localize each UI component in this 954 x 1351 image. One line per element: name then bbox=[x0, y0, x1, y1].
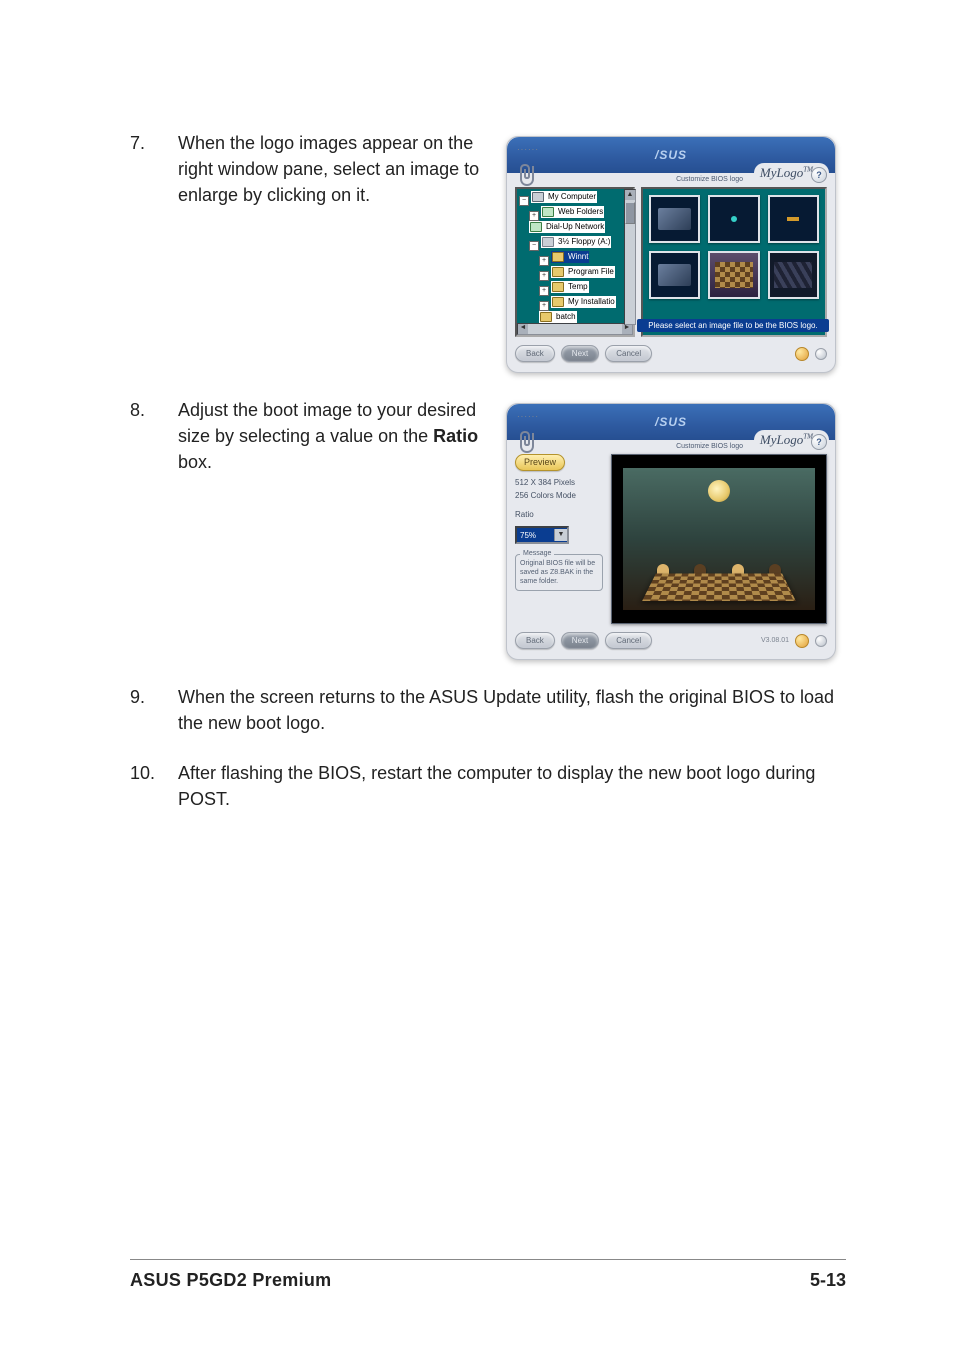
help-button[interactable]: ? bbox=[811, 434, 827, 450]
ratio-value: 75% bbox=[517, 530, 554, 541]
status-indicator-icon bbox=[795, 347, 809, 361]
tree-node[interactable]: My Installatio bbox=[551, 296, 616, 308]
folder-icon bbox=[540, 312, 552, 322]
tree-expander-icon[interactable]: − bbox=[519, 196, 529, 206]
logo-thumbnail[interactable] bbox=[649, 195, 700, 243]
tree-expander-icon[interactable]: + bbox=[539, 271, 549, 281]
step-number: 7. bbox=[130, 130, 178, 156]
network-icon bbox=[530, 222, 542, 232]
tree-expander-icon[interactable]: + bbox=[539, 286, 549, 296]
folder-tree[interactable]: −My Computer +Web Folders Dial-Up Networ… bbox=[515, 187, 635, 337]
chessboard-icon bbox=[642, 574, 796, 602]
step-text: When the logo images appear on the right… bbox=[178, 130, 506, 208]
version-label: V3.08.01 bbox=[761, 637, 789, 644]
cancel-button[interactable]: Cancel bbox=[605, 345, 652, 362]
side-panel: Preview 512 X 384 Pixels 256 Colors Mode… bbox=[515, 454, 603, 624]
logo-thumbnail[interactable] bbox=[649, 251, 700, 299]
cancel-button[interactable]: Cancel bbox=[605, 632, 652, 649]
asus-logo: /SUS bbox=[655, 415, 687, 429]
next-button[interactable]: Next bbox=[561, 632, 599, 649]
title-dots: ······ bbox=[517, 412, 539, 421]
preview-image bbox=[623, 468, 816, 609]
step-text: After flashing the BIOS, restart the com… bbox=[178, 760, 846, 812]
pixel-size-label: 512 X 384 Pixels bbox=[515, 477, 603, 488]
tree-node[interactable]: batch bbox=[539, 311, 577, 323]
folder-icon bbox=[552, 297, 564, 307]
message-box: Message Original BIOS file will be saved… bbox=[515, 554, 603, 591]
step-text: When the screen returns to the ASUS Upda… bbox=[178, 684, 846, 736]
scroll-right-icon[interactable]: ► bbox=[622, 324, 632, 334]
window-banner: /SUS Customize BIOS logo MyLogoTM bbox=[507, 404, 835, 440]
asus-logo: /SUS bbox=[655, 148, 687, 162]
message-legend: Message bbox=[520, 549, 554, 558]
logo-thumbnail[interactable] bbox=[708, 251, 759, 299]
back-button[interactable]: Back bbox=[515, 345, 555, 362]
folder-icon bbox=[552, 282, 564, 292]
customize-label: Customize BIOS logo bbox=[670, 174, 745, 183]
resize-grip-icon[interactable] bbox=[815, 348, 827, 360]
thumbnail-pane bbox=[641, 187, 827, 337]
logo-preview bbox=[611, 454, 827, 624]
page-number: 5-13 bbox=[810, 1270, 846, 1291]
tree-node[interactable]: 3½ Floppy (A:) bbox=[541, 236, 611, 248]
tree-expander-icon[interactable]: + bbox=[529, 211, 539, 221]
tree-node[interactable]: My Computer bbox=[531, 191, 597, 203]
message-text: Original BIOS file will be saved as Z8.B… bbox=[520, 560, 595, 585]
customize-label: Customize BIOS logo bbox=[670, 441, 745, 450]
tree-scrollbar-vertical[interactable]: ▲ bbox=[624, 189, 636, 325]
ratio-select[interactable]: 75% ▼ bbox=[515, 526, 569, 544]
status-indicator-icon bbox=[795, 634, 809, 648]
tree-expander-icon[interactable]: + bbox=[539, 256, 549, 266]
scroll-left-icon[interactable]: ◄ bbox=[518, 324, 528, 334]
paperclip-icon bbox=[517, 428, 541, 458]
tree-node[interactable]: Program File bbox=[551, 266, 615, 278]
scroll-up-icon[interactable]: ▲ bbox=[625, 190, 635, 200]
title-dots: ······ bbox=[517, 145, 539, 154]
tree-expander-icon[interactable]: + bbox=[539, 301, 549, 311]
dropdown-arrow-icon[interactable]: ▼ bbox=[554, 529, 567, 541]
drive-icon bbox=[542, 237, 554, 247]
tree-node-selected[interactable]: Winnt bbox=[551, 251, 589, 263]
preview-sun-icon bbox=[708, 480, 730, 502]
instruction-bar: Please select an image file to be the BI… bbox=[637, 319, 829, 332]
tree-node[interactable]: Temp bbox=[551, 281, 589, 293]
help-button[interactable]: ? bbox=[811, 167, 827, 183]
product-name: ASUS P5GD2 Premium bbox=[130, 1270, 331, 1291]
step-number: 8. bbox=[130, 397, 178, 423]
back-button[interactable]: Back bbox=[515, 632, 555, 649]
scroll-thumb[interactable] bbox=[625, 202, 635, 224]
folder-icon bbox=[542, 207, 554, 217]
step-number: 9. bbox=[130, 684, 178, 710]
folder-icon bbox=[552, 252, 564, 262]
step-text: Adjust the boot image to your desired si… bbox=[178, 397, 506, 475]
page-footer: ASUS P5GD2 Premium 5-13 bbox=[130, 1259, 846, 1291]
ratio-label: Ratio bbox=[515, 509, 603, 520]
tree-expander-icon[interactable]: − bbox=[529, 241, 539, 251]
step-number: 10. bbox=[130, 760, 178, 786]
computer-icon bbox=[532, 192, 544, 202]
window-banner: /SUS Customize BIOS logo MyLogoTM bbox=[507, 137, 835, 173]
next-button[interactable]: Next bbox=[561, 345, 599, 362]
logo-thumbnail[interactable] bbox=[768, 195, 819, 243]
logo-thumbnail[interactable] bbox=[768, 251, 819, 299]
resize-grip-icon[interactable] bbox=[815, 635, 827, 647]
folder-icon bbox=[552, 267, 564, 277]
color-mode-label: 256 Colors Mode bbox=[515, 490, 603, 501]
tree-node[interactable]: Web Folders bbox=[541, 206, 604, 218]
logo-thumbnail[interactable] bbox=[708, 195, 759, 243]
tree-node[interactable]: Dial-Up Network bbox=[529, 221, 605, 233]
tree-scrollbar-horizontal[interactable]: ◄► bbox=[517, 323, 633, 335]
mylogo-window-ratio: /SUS Customize BIOS logo MyLogoTM ······… bbox=[506, 403, 836, 660]
mylogo-window-select: /SUS Customize BIOS logo MyLogoTM ······… bbox=[506, 136, 836, 373]
